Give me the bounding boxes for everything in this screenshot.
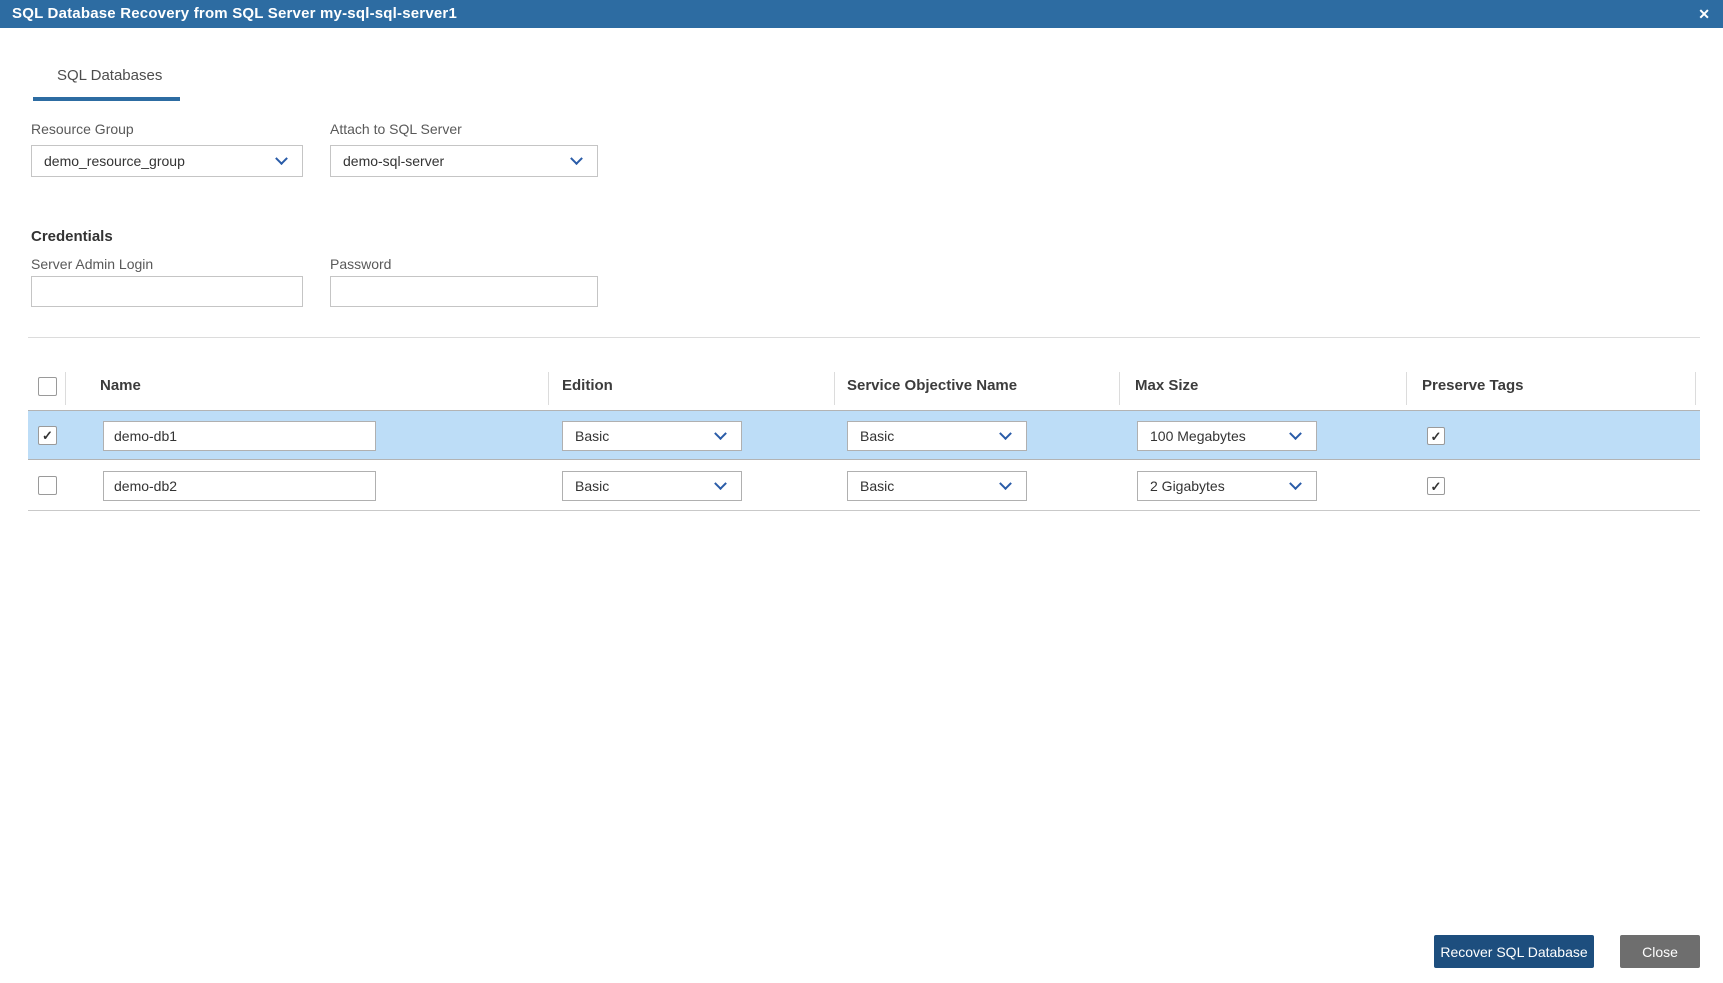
chevron-down-icon — [714, 426, 727, 440]
service-objective-select[interactable]: Basic — [847, 471, 1027, 501]
check-icon: ✓ — [42, 428, 53, 443]
close-button[interactable]: Close — [1620, 935, 1700, 968]
chevron-down-icon — [714, 476, 727, 490]
column-header-edition: Edition — [562, 377, 613, 394]
column-header-service-objective: Service Objective Name — [847, 377, 1018, 394]
service-objective-value: Basic — [860, 428, 895, 444]
attach-server-value: demo-sql-server — [343, 153, 445, 169]
resource-group-select[interactable]: demo_resource_group — [31, 145, 303, 177]
select-all-checkbox[interactable]: ✓ — [38, 377, 57, 396]
max-size-value: 100 Megabytes — [1150, 428, 1246, 444]
credentials-heading: Credentials — [31, 228, 113, 245]
table-row[interactable]: ✓ Basic Basic 100 Megabytes ✓ — [28, 410, 1700, 460]
column-separator — [1406, 372, 1407, 405]
section-divider — [28, 337, 1700, 338]
column-separator — [834, 372, 835, 405]
preserve-tags-checkbox[interactable]: ✓ — [1427, 477, 1445, 495]
active-tab-underline — [33, 97, 180, 101]
edition-select[interactable]: Basic — [562, 471, 742, 501]
edition-value: Basic — [575, 478, 610, 494]
resource-group-value: demo_resource_group — [44, 153, 185, 169]
chevron-down-icon — [999, 476, 1012, 490]
server-admin-login-label: Server Admin Login — [31, 256, 154, 272]
dialog-title: SQL Database Recovery from SQL Server my… — [12, 5, 458, 22]
chevron-down-icon — [1289, 476, 1302, 490]
max-size-select[interactable]: 2 Gigabytes — [1137, 471, 1317, 501]
max-size-value: 2 Gigabytes — [1150, 478, 1225, 494]
dialog-titlebar: SQL Database Recovery from SQL Server my… — [0, 0, 1723, 28]
resource-group-label: Resource Group — [31, 121, 134, 137]
column-separator — [1695, 372, 1696, 405]
column-separator — [1119, 372, 1120, 405]
password-label: Password — [330, 256, 392, 272]
attach-server-select[interactable]: demo-sql-server — [330, 145, 598, 177]
column-separator — [65, 372, 66, 405]
chevron-down-icon — [1289, 426, 1302, 440]
service-objective-value: Basic — [860, 478, 895, 494]
db-name-input[interactable] — [103, 471, 376, 501]
column-header-preserve-tags: Preserve Tags — [1422, 377, 1524, 394]
chevron-down-icon — [570, 151, 583, 165]
row-select-checkbox[interactable]: ✓ — [38, 426, 57, 445]
edition-value: Basic — [575, 428, 610, 444]
row-select-checkbox[interactable]: ✓ — [38, 476, 57, 495]
column-header-name: Name — [100, 377, 141, 394]
tab-sql-databases[interactable]: SQL Databases — [57, 67, 162, 84]
max-size-select[interactable]: 100 Megabytes — [1137, 421, 1317, 451]
column-header-max-size: Max Size — [1135, 377, 1199, 394]
table-row[interactable]: ✓ Basic Basic 2 Gigabytes ✓ — [28, 461, 1700, 511]
check-icon: ✓ — [1430, 479, 1442, 494]
db-name-input[interactable] — [103, 421, 376, 451]
server-admin-login-input[interactable] — [31, 276, 303, 307]
attach-server-label: Attach to SQL Server — [330, 121, 462, 137]
edition-select[interactable]: Basic — [562, 421, 742, 451]
service-objective-select[interactable]: Basic — [847, 421, 1027, 451]
check-icon: ✓ — [1430, 429, 1442, 444]
chevron-down-icon — [999, 426, 1012, 440]
recover-sql-database-button[interactable]: Recover SQL Database — [1434, 935, 1594, 968]
close-icon[interactable]: ✕ — [1698, 0, 1710, 28]
password-input[interactable] — [330, 276, 598, 307]
column-separator — [548, 372, 549, 405]
preserve-tags-checkbox[interactable]: ✓ — [1427, 427, 1445, 445]
chevron-down-icon — [275, 151, 288, 165]
